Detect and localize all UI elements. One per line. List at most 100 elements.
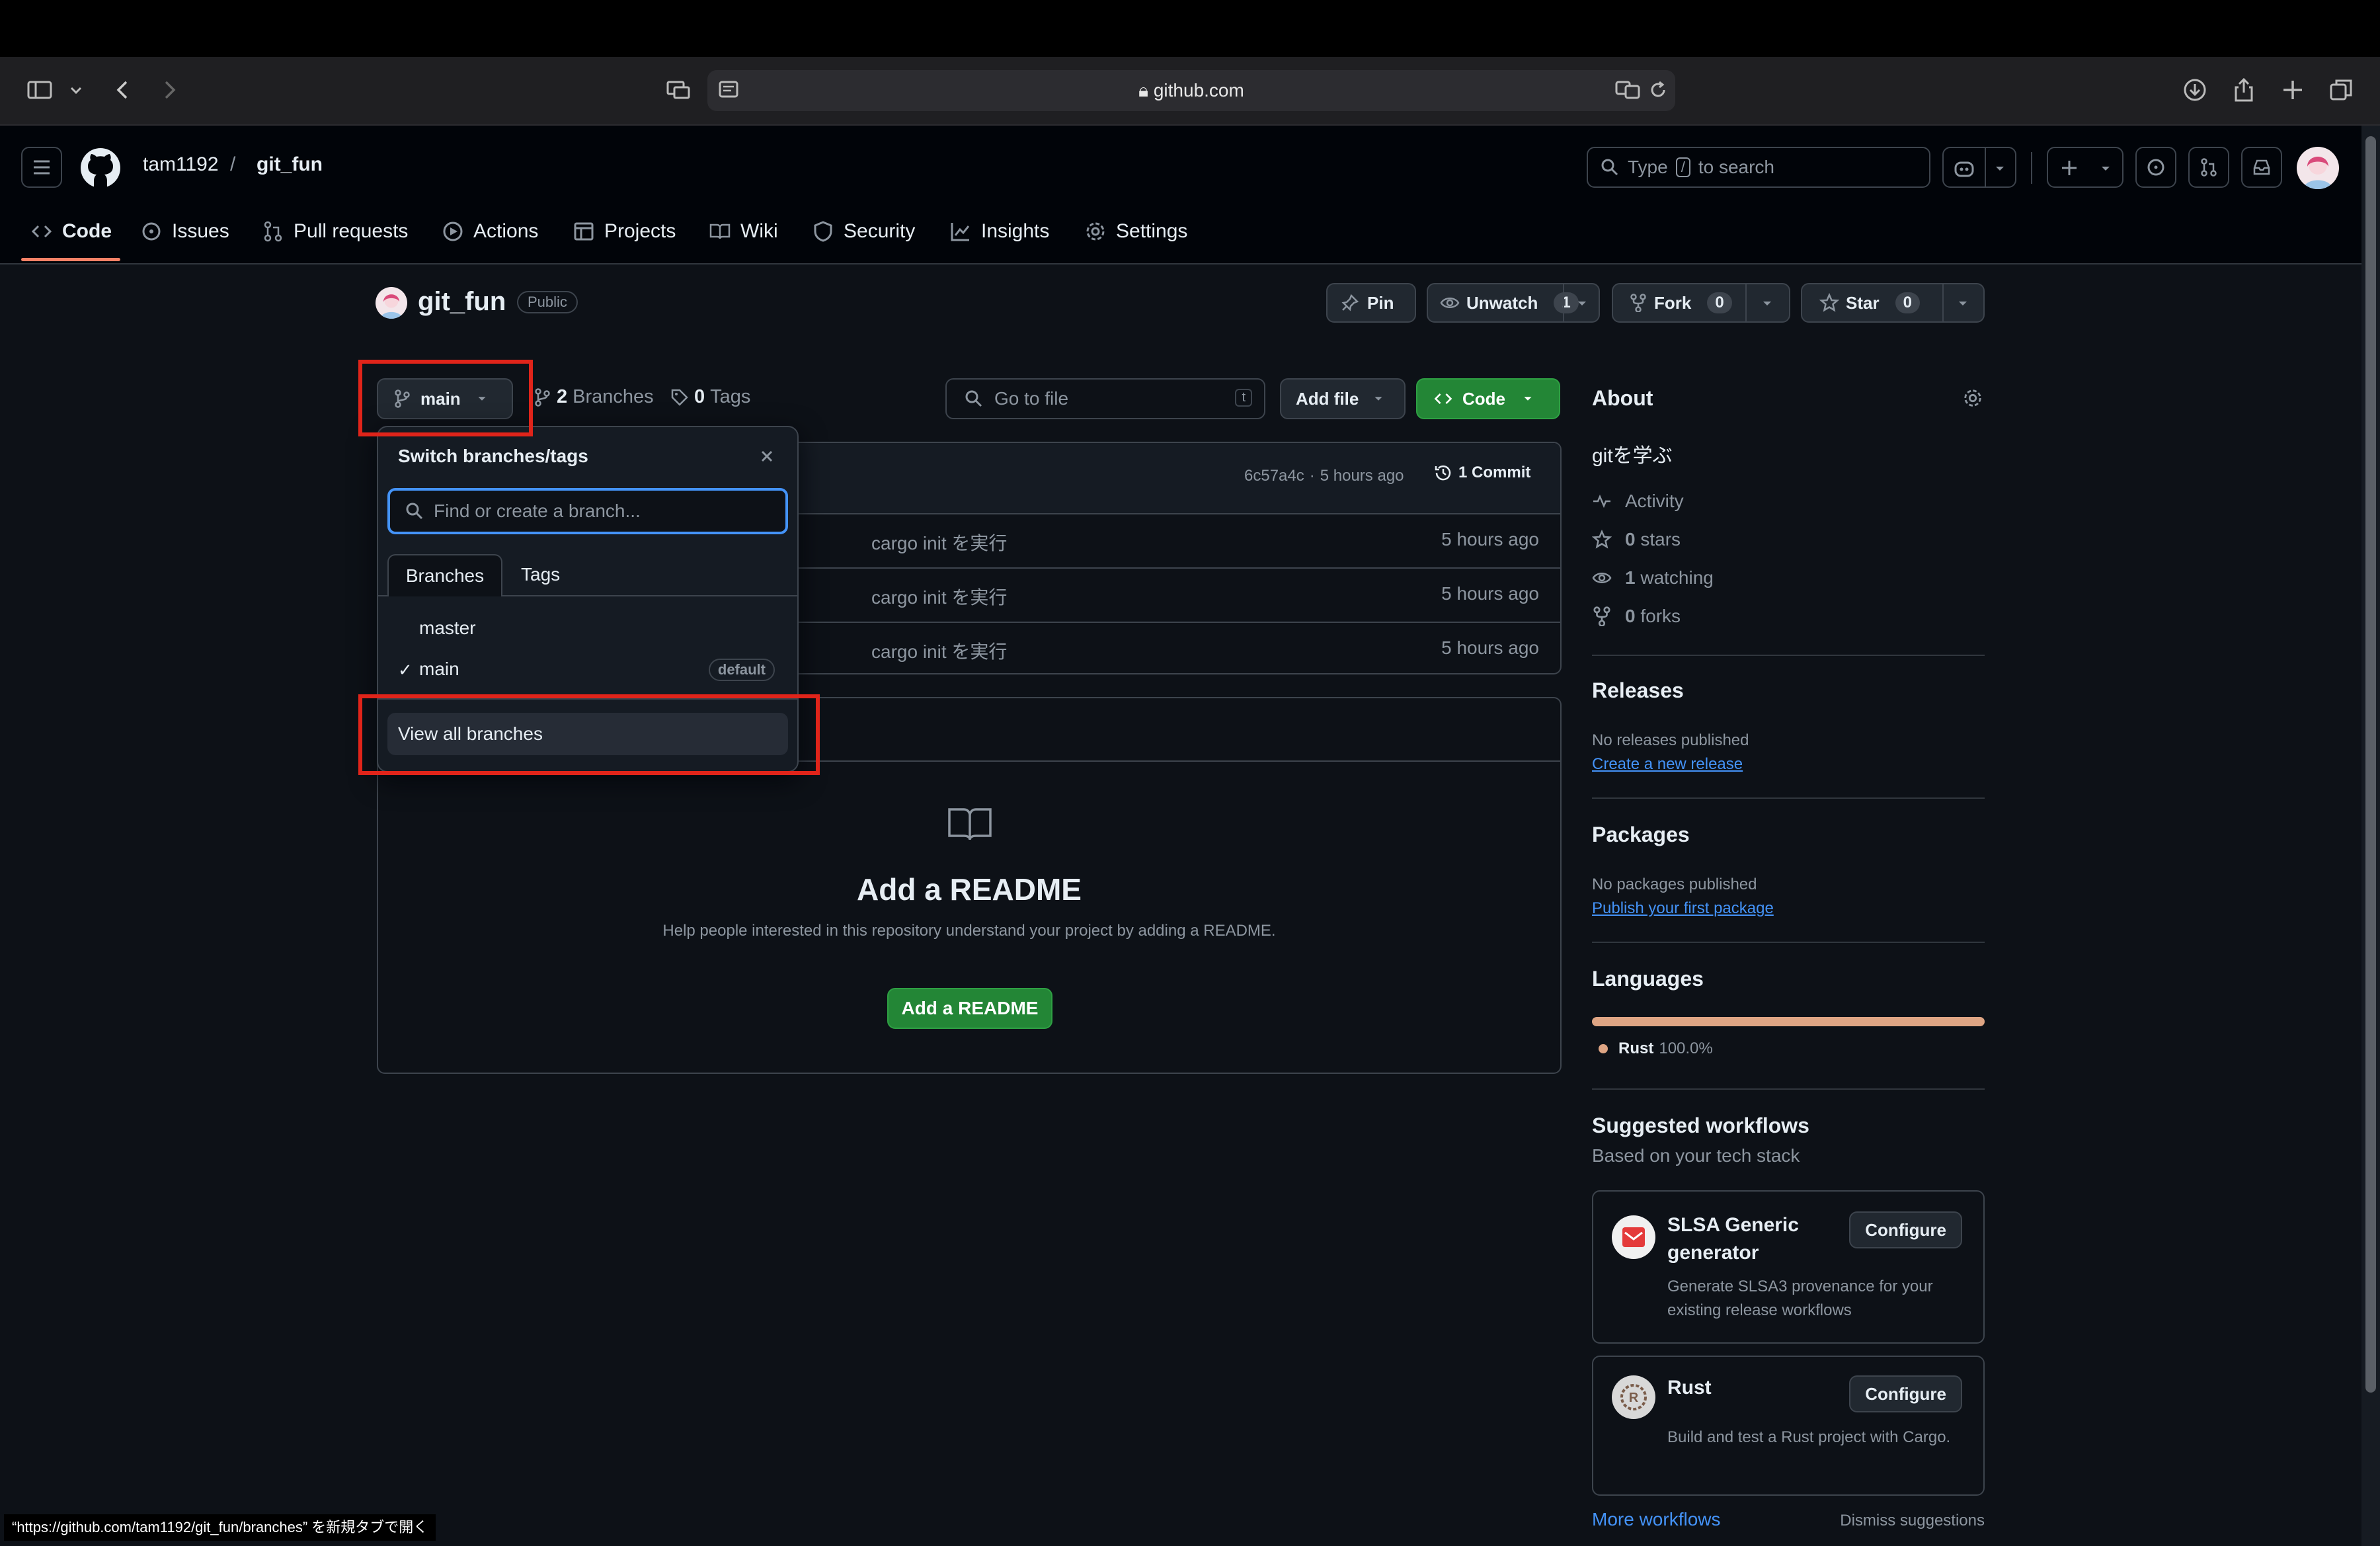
tab-pull-requests[interactable]: Pull requests <box>262 213 408 250</box>
pin-button[interactable]: Pin <box>1326 283 1416 323</box>
file-commit-message[interactable]: cargo init を実行 <box>871 583 1007 610</box>
close-icon[interactable] <box>758 447 776 466</box>
tab-actions[interactable]: Actions <box>442 213 538 250</box>
branch-item-main[interactable]: ✓ main default <box>378 651 797 690</box>
new-tab-icon[interactable] <box>2280 77 2306 103</box>
copilot-icon <box>1954 161 1974 177</box>
stars-link[interactable]: 0 stars <box>1592 529 1681 550</box>
add-file-button[interactable]: Add file <box>1280 378 1406 419</box>
tags-link[interactable]: 0 Tags <box>670 386 750 408</box>
download-icon[interactable] <box>2182 77 2208 103</box>
pull-requests-button[interactable] <box>2188 147 2229 188</box>
reload-icon[interactable] <box>1646 78 1670 102</box>
scrollbar-thumb[interactable] <box>2365 136 2376 1393</box>
copilot-button[interactable] <box>1942 147 2016 188</box>
tab-tags[interactable]: Tags <box>521 554 560 596</box>
chevron-down-icon[interactable] <box>1573 295 1591 312</box>
configure-button[interactable]: Configure <box>1849 1211 1962 1248</box>
branch-search-input[interactable]: Find or create a branch... <box>387 488 788 534</box>
fork-button[interactable]: Fork 0 <box>1612 283 1790 323</box>
search-shortcut-key: / <box>1675 157 1690 177</box>
unwatch-label: Unwatch <box>1466 292 1538 313</box>
issue-icon <box>2147 159 2164 176</box>
language-item-rust[interactable]: Rust 100.0% <box>1599 1039 1713 1058</box>
commits-count: 1 Commit <box>1458 464 1531 481</box>
avatar[interactable] <box>2297 147 2339 189</box>
share-icon[interactable] <box>2231 77 2257 103</box>
search-input[interactable]: Type / to search <box>1587 147 1930 188</box>
owner-link[interactable]: tam1192 <box>143 153 219 176</box>
file-commit-time: 5 hours ago <box>1441 583 1539 604</box>
star-button[interactable]: Star 0 <box>1801 283 1985 323</box>
create-release-link[interactable]: Create a new release <box>1592 755 1743 774</box>
play-icon <box>443 222 463 241</box>
tab-overview-icon[interactable] <box>665 77 692 103</box>
tab-security[interactable]: Security <box>812 213 915 250</box>
chevron-down-icon[interactable] <box>66 77 86 103</box>
branch-item-master[interactable]: master <box>378 610 797 649</box>
pulse-icon <box>1593 494 1610 509</box>
releases-heading[interactable]: Releases <box>1592 678 1684 703</box>
repo-link[interactable]: git_fun <box>257 153 323 176</box>
sidebar-toggle-icon[interactable] <box>26 77 53 103</box>
configure-button[interactable]: Configure <box>1849 1375 1962 1412</box>
star-icon <box>1592 530 1612 549</box>
chevron-down-icon[interactable] <box>1759 295 1776 312</box>
hamburger-icon <box>34 160 50 175</box>
menu-button[interactable] <box>21 147 62 188</box>
language-bar <box>1592 1017 1985 1026</box>
tab-branches[interactable]: Branches <box>387 554 502 596</box>
go-to-file-input[interactable]: Go to file t <box>945 378 1265 419</box>
forks-link[interactable]: 0 forks <box>1592 606 1681 627</box>
latest-commit-info: 6c57a4c · 5 hours ago <box>1244 467 1404 485</box>
commit-hash[interactable]: 6c57a4c <box>1244 467 1304 485</box>
packages-heading[interactable]: Packages <box>1592 823 1690 847</box>
publish-package-link[interactable]: Publish your first package <box>1592 899 1774 918</box>
path-separator: / <box>230 153 236 175</box>
tab-issues[interactable]: Issues <box>140 213 229 250</box>
releases-empty-text: No releases published <box>1592 731 1749 749</box>
back-icon[interactable] <box>110 77 136 103</box>
address-bar[interactable]: 🔒︎ github.com <box>707 70 1675 111</box>
branch-item-label: master <box>419 618 476 638</box>
chevron-down-icon <box>1996 167 2004 171</box>
sidebar-divider <box>1592 797 1985 799</box>
issues-button[interactable] <box>2135 147 2176 188</box>
gear-icon[interactable] <box>1962 387 1983 409</box>
file-commit-message[interactable]: cargo init を実行 <box>871 529 1007 555</box>
header-divider <box>2031 152 2032 184</box>
slsa-logo-icon <box>1612 1215 1655 1259</box>
svg-text:R: R <box>1629 1391 1639 1405</box>
more-workflows-link[interactable]: More workflows <box>1592 1509 1720 1530</box>
github-logo-icon[interactable] <box>79 147 122 189</box>
pin-label: Pin <box>1367 292 1394 313</box>
file-commit-message[interactable]: cargo init を実行 <box>871 637 1007 664</box>
activity-link[interactable]: Activity <box>1592 491 1684 512</box>
tab-settings[interactable]: Settings <box>1084 213 1187 250</box>
repo-title[interactable]: git_fun <box>418 287 506 317</box>
inbox-button[interactable] <box>2241 147 2282 188</box>
tab-wiki[interactable]: Wiki <box>709 213 778 250</box>
create-new-button[interactable] <box>2047 147 2123 188</box>
code-button[interactable]: Code <box>1416 378 1560 419</box>
commits-link[interactable]: 1 Commit <box>1433 463 1530 483</box>
check-icon: ✓ <box>398 660 413 680</box>
show-tabs-icon[interactable] <box>2328 77 2355 103</box>
translate-icon[interactable] <box>1614 78 1641 102</box>
language-name: Rust <box>1618 1039 1654 1057</box>
watching-link[interactable]: 1 watching <box>1592 567 1714 589</box>
tab-projects[interactable]: Projects <box>573 213 676 250</box>
tab-code[interactable]: Code <box>30 213 112 250</box>
tab-label: Pull requests <box>294 220 409 242</box>
branches-link[interactable]: 2 Branches <box>533 386 654 408</box>
tab-insights[interactable]: Insights <box>949 213 1049 250</box>
dismiss-suggestions-button[interactable]: Dismiss suggestions <box>1831 1512 1985 1530</box>
tab-label: Insights <box>981 220 1050 242</box>
forward-icon[interactable] <box>156 77 182 103</box>
language-dot <box>1599 1044 1608 1053</box>
unwatch-button[interactable]: Unwatch 1 <box>1427 283 1600 323</box>
add-readme-button[interactable]: Add a README <box>887 988 1052 1029</box>
scrollbar-track[interactable] <box>2361 126 2380 1546</box>
chevron-down-icon[interactable] <box>1954 295 1971 312</box>
chevron-down-icon <box>1524 397 1532 401</box>
